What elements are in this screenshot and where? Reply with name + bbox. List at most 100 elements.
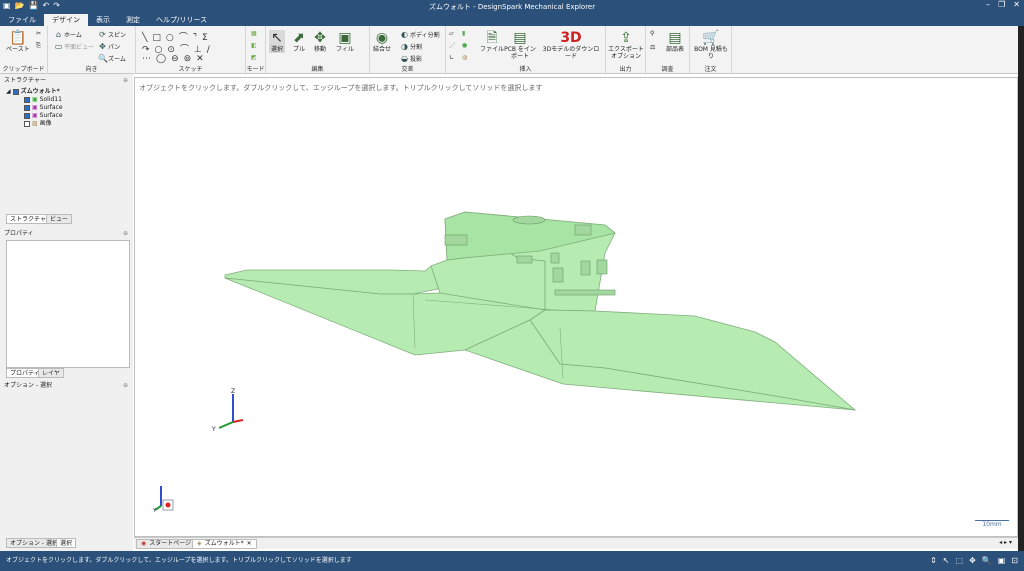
mass-icon[interactable]: ⚖ xyxy=(650,44,655,51)
body-split-button[interactable]: ◐ ボディ分割 xyxy=(400,30,440,39)
tree-item[interactable]: ▣ Solid11 xyxy=(6,96,63,104)
spin-status-icon[interactable]: ⇕ xyxy=(930,551,937,571)
pull-button[interactable]: プル xyxy=(293,46,305,53)
plane-icon: ▭ xyxy=(54,42,63,51)
home-button[interactable]: ⌂ ホーム xyxy=(54,30,82,39)
measure-icon[interactable]: ⚲ xyxy=(650,30,654,37)
group-label: スケッチ xyxy=(178,66,203,73)
close-tab-icon[interactable]: ✕ xyxy=(247,539,252,549)
export-options-button[interactable]: エクスポート オプション xyxy=(608,46,644,60)
restore-icon[interactable]: ❐ xyxy=(998,0,1005,9)
cylinder-icon[interactable]: ▮ xyxy=(462,30,465,37)
3d-mode-icon[interactable]: ◩ xyxy=(251,54,257,61)
body-split-icon: ◐ xyxy=(401,30,408,39)
tree-item[interactable]: ▨ 画像 xyxy=(6,120,63,128)
zoom-button[interactable]: 🔍 ズーム xyxy=(98,54,126,63)
cut-icon[interactable]: ✂ xyxy=(36,30,41,37)
axis-insert-icon[interactable]: ⋰ xyxy=(449,42,455,49)
title-bar: ▣ 📂 💾 ↶ ↷ ズムウォルト - DesignSpark Mechanica… xyxy=(0,0,1024,13)
options-header: オプション - 選択 ⊕ xyxy=(0,381,133,391)
tab-scroll-arrows[interactable]: ◂ ▸ ▾ xyxy=(999,539,1012,546)
axis-y-label: Y xyxy=(211,426,216,433)
split-button[interactable]: ◑ 分割 xyxy=(400,42,422,51)
pin-icon[interactable]: ⊕ xyxy=(123,229,128,239)
tab-start-page[interactable]: ◉ スタートページ xyxy=(136,539,197,549)
pcb-import-button[interactable]: PCB をインポート xyxy=(504,46,536,60)
group-label: 注文 xyxy=(704,66,717,73)
group-label: 向き xyxy=(85,66,98,73)
tab-measure[interactable]: 測定 xyxy=(118,14,148,26)
export-icon: ⇪ xyxy=(620,30,632,46)
section-mode-icon[interactable]: ◧ xyxy=(251,42,257,49)
tree-item[interactable]: ▣ Surface xyxy=(6,104,63,112)
pan-button[interactable]: ✥ パン xyxy=(98,42,120,51)
sphere-icon[interactable]: ● xyxy=(462,42,467,49)
structure-tree: ◢ ズムウォルト* ▣ Solid11 ▣ Surface ▣ Surface ▨ 画像 xyxy=(6,88,63,128)
image-icon: ▨ xyxy=(32,120,38,127)
tree-root[interactable]: ◢ ズムウォルト* xyxy=(6,88,63,96)
ship-model[interactable] xyxy=(135,78,1019,538)
plane-insert-icon[interactable]: ▱ xyxy=(449,30,454,37)
zoom-status-icon[interactable]: 🔍 xyxy=(982,551,992,571)
tab-document[interactable]: ◈ ズムウォルト* ✕ xyxy=(192,539,257,549)
pin-icon[interactable]: ⊕ xyxy=(123,381,128,391)
group-label: モード xyxy=(246,66,265,73)
tab-file[interactable]: ファイル xyxy=(0,14,44,26)
parts-list-button[interactable]: 部品表 xyxy=(666,46,684,53)
3d-viewport[interactable]: オブジェクトをクリックします。ダブルクリックして、エッジループを選択します。トリ… xyxy=(134,77,1018,537)
pin-icon[interactable]: ⊕ xyxy=(123,76,128,86)
item-checkbox[interactable] xyxy=(24,105,30,111)
bom-quote-button[interactable]: BOM 見積もり xyxy=(692,46,730,60)
tab-help[interactable]: ヘルプ/リリース xyxy=(148,14,215,26)
parts-list-icon: ▤ xyxy=(668,30,682,46)
spin-icon: ⟳ xyxy=(99,30,106,39)
close-icon[interactable]: ✕ xyxy=(1013,0,1020,9)
select-icon: ↖ xyxy=(271,30,283,46)
tree-item[interactable]: ▣ Surface xyxy=(6,112,63,120)
sketch-mode-icon[interactable]: ▦ xyxy=(251,30,257,37)
pan-icon: ✥ xyxy=(99,42,106,51)
item-checkbox[interactable] xyxy=(24,113,30,119)
expand-icon[interactable]: ◢ xyxy=(6,88,11,96)
tab-options[interactable]: オプション - 選択 xyxy=(6,538,62,548)
spin-button[interactable]: ⟳ スピン xyxy=(98,30,126,39)
fit-icon[interactable]: ⊡ xyxy=(1011,551,1018,571)
tab-view[interactable]: 表示 xyxy=(88,14,118,26)
sketch-tools-row3[interactable]: ⋯◯⊖⊚✕ xyxy=(142,54,209,64)
paste-button[interactable]: ペースト xyxy=(6,46,30,53)
combine-button[interactable]: 結合せ xyxy=(373,46,391,53)
minimize-icon[interactable]: – xyxy=(986,0,990,9)
item-checkbox[interactable] xyxy=(24,97,30,103)
item-checkbox[interactable] xyxy=(24,121,30,127)
upper-box xyxy=(574,224,592,236)
properties-grid[interactable] xyxy=(6,240,130,368)
display-icon[interactable]: ▣ xyxy=(998,551,1006,571)
cursor-icon[interactable]: ↖ xyxy=(943,551,950,571)
shell-icon[interactable]: ◍ xyxy=(462,54,467,61)
tab-layers[interactable]: レイヤ xyxy=(38,368,64,378)
file-icon: 🗎 xyxy=(486,30,498,46)
pan-status-icon[interactable]: ✥ xyxy=(969,551,976,571)
3d-download-button[interactable]: 3Dモデルのダウンロード xyxy=(540,46,602,60)
plane-view-button[interactable]: ▭ 平面ビュー xyxy=(54,42,94,51)
root-checkbox[interactable] xyxy=(12,89,19,95)
copy-icon[interactable]: ⎘ xyxy=(36,42,41,50)
view-cube[interactable]: Y xyxy=(153,480,183,514)
origin-insert-icon[interactable]: ∟ xyxy=(449,54,454,61)
group-clipboard: 📋 ペースト ✂ ⎘ クリップボード xyxy=(0,26,48,74)
pull-icon: ⬈ xyxy=(293,30,305,46)
fill-button[interactable]: フィル xyxy=(336,46,354,53)
move-button[interactable]: 移動 xyxy=(314,46,326,53)
tab-select[interactable]: 選択 xyxy=(56,538,77,548)
project-button[interactable]: ◒ 投影 xyxy=(400,54,422,63)
group-output: ⇪ エクスポート オプション 出力 xyxy=(606,26,646,74)
tab-design[interactable]: デザイン xyxy=(44,14,88,26)
move-icon: ✥ xyxy=(314,30,326,46)
window-title: ズムウォルト - DesignSpark Mechanical Explorer xyxy=(428,3,596,11)
select-box-icon[interactable]: ⬚ xyxy=(956,551,964,571)
tab-view-panel[interactable]: ビュー xyxy=(46,214,73,224)
cart-icon: 🛒 xyxy=(702,30,720,46)
select-button[interactable]: 選択 xyxy=(271,46,283,53)
document-tabs: ◉ スタートページ ◈ ズムウォルト* ✕ ◂ ▸ ▾ xyxy=(134,537,1018,549)
file-insert-button[interactable]: ファイル xyxy=(480,46,504,53)
